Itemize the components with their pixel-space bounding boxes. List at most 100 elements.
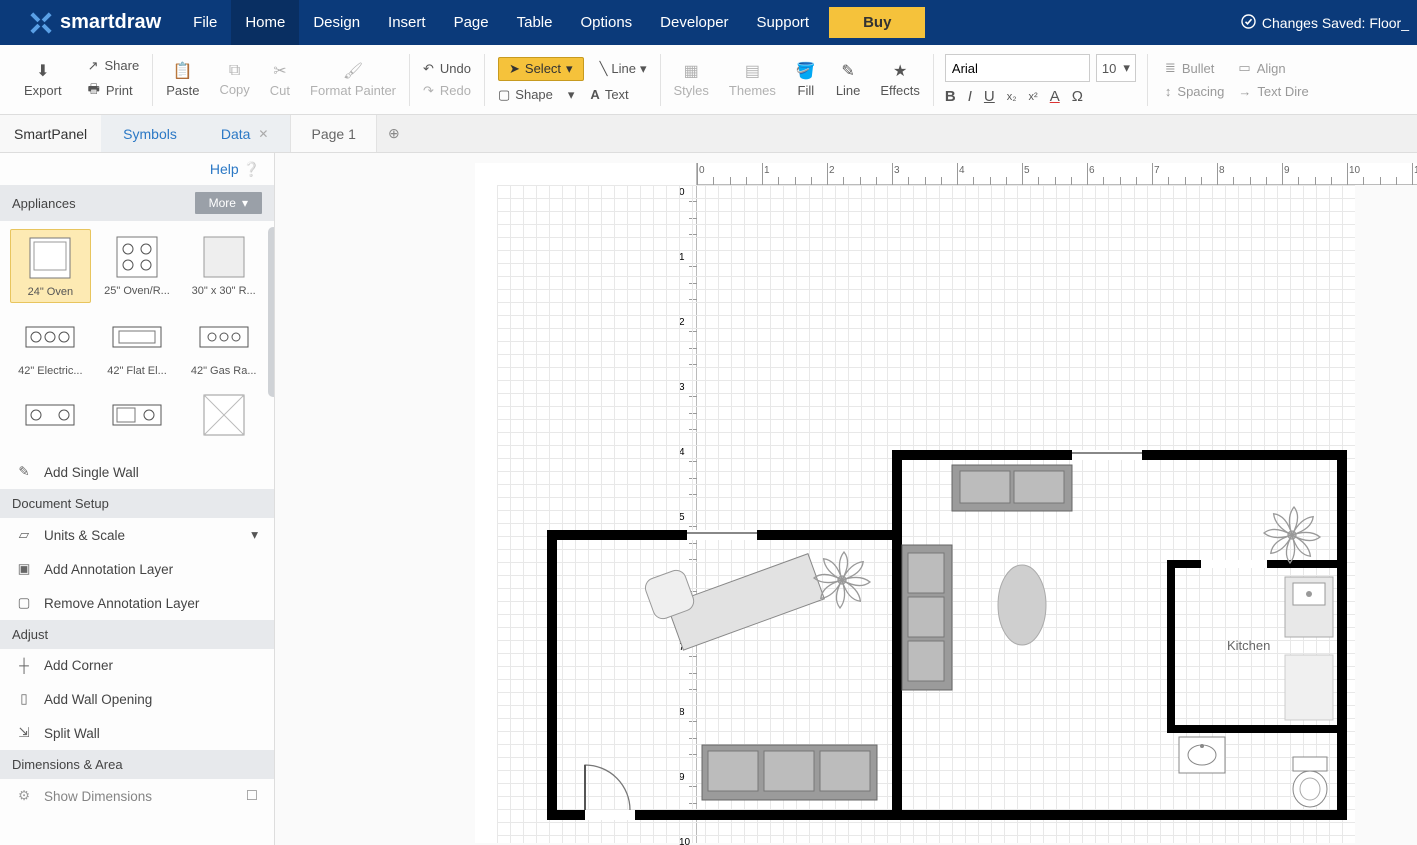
menu-table[interactable]: Table	[503, 0, 567, 45]
styles-button[interactable]: ▦Styles	[664, 45, 719, 114]
paste-button[interactable]: 📋Paste	[156, 45, 209, 114]
themes-button[interactable]: ▤Themes	[719, 45, 786, 114]
checkbox-icon[interactable]: ☐	[246, 788, 258, 804]
underline-button[interactable]: U	[984, 88, 995, 105]
symbol-item[interactable]	[10, 387, 91, 447]
symbol-item[interactable]: 30" x 30" R...	[183, 229, 264, 303]
chevron-down-icon: ▾	[251, 527, 258, 543]
italic-button[interactable]: I	[968, 88, 972, 105]
remove-annotation-layer[interactable]: ▢Remove Annotation Layer	[0, 586, 274, 620]
add-corner[interactable]: ┼Add Corner	[0, 649, 274, 682]
add-single-wall[interactable]: ✎Add Single Wall	[0, 455, 274, 489]
show-dimensions[interactable]: ⚙Show Dimensions☐	[0, 779, 274, 813]
line-style-button[interactable]: ✎Line	[826, 45, 871, 114]
text-tool[interactable]: AText	[590, 87, 628, 102]
redo-icon: ↷	[423, 83, 434, 99]
symbol-item[interactable]: 42" Flat El...	[97, 309, 178, 381]
font-family-input[interactable]	[945, 54, 1090, 82]
adjust-header: Adjust	[0, 620, 274, 649]
bullet-button[interactable]: ≣Bullet	[1165, 60, 1224, 76]
floor-plan[interactable]: Kitchen	[497, 185, 1357, 845]
undo-button[interactable]: ↶Undo	[423, 61, 471, 77]
cut-button[interactable]: ✂Cut	[260, 45, 300, 114]
chevron-down-icon: ▾	[640, 61, 647, 77]
copy-icon: ⧉	[229, 62, 240, 80]
subscript-button[interactable]: x₂	[1007, 91, 1017, 103]
menu-options[interactable]: Options	[566, 0, 646, 45]
text-direction-button[interactable]: →Text Dire	[1238, 84, 1308, 99]
tab-data[interactable]: Data✕	[199, 115, 291, 152]
symbol-item[interactable]: 24" Oven	[10, 229, 91, 303]
drawing-canvas[interactable]: 012345678910111213 012345678910	[475, 163, 1355, 843]
align-button[interactable]: ▭Align	[1238, 60, 1308, 76]
add-wall-opening[interactable]: ▯Add Wall Opening	[0, 682, 274, 716]
symbol-item[interactable]: 42" Electric...	[10, 309, 91, 381]
scrollbar-thumb[interactable]	[268, 227, 275, 397]
menubar: smartdraw FileHomeDesignInsertPageTableO…	[0, 0, 1417, 45]
fill-button[interactable]: 🪣Fill	[786, 45, 826, 114]
format-painter-button[interactable]: 🖌Format Painter	[300, 45, 406, 114]
copy-button[interactable]: ⧉Copy	[209, 45, 259, 114]
font-size-input[interactable]: 10▾	[1096, 54, 1136, 82]
symbol-item[interactable]	[97, 387, 178, 447]
symbol-item[interactable]: 25" Oven/R...	[97, 229, 178, 303]
menu-developer[interactable]: Developer	[646, 0, 742, 45]
tab-symbols[interactable]: Symbols	[101, 115, 199, 152]
spacing-button[interactable]: ↕Spacing	[1165, 84, 1224, 99]
split-wall[interactable]: ⇲Split Wall	[0, 716, 274, 750]
print-icon: 🖶	[88, 80, 100, 102]
units-scale[interactable]: ▱Units & Scale▾	[0, 518, 274, 552]
redo-button[interactable]: ↷Redo	[423, 83, 471, 99]
menu-design[interactable]: Design	[299, 0, 374, 45]
menu-home[interactable]: Home	[231, 0, 299, 45]
menu-page[interactable]: Page	[440, 0, 503, 45]
pencil-square-icon: ✎	[16, 464, 32, 480]
bullet-icon: ≣	[1165, 60, 1176, 76]
menu-support[interactable]: Support	[743, 0, 824, 45]
bold-button[interactable]: B	[945, 88, 956, 105]
corner-icon: ┼	[16, 658, 32, 673]
export-button[interactable]: ⬇Export	[14, 61, 72, 98]
help-link[interactable]: Help ❔	[210, 161, 260, 177]
dimensions-area-header: Dimensions & Area	[0, 750, 274, 779]
align-icon: ▭	[1238, 60, 1250, 76]
print-button[interactable]: 🖶Print	[88, 80, 140, 102]
layer-remove-icon: ▢	[16, 595, 32, 611]
checkmark-icon	[1241, 14, 1256, 32]
line-tool[interactable]: ╲Line▾	[600, 61, 647, 77]
tab-page-1[interactable]: Page 1	[290, 115, 376, 152]
opening-icon: ▯	[16, 691, 32, 707]
shape-tool[interactable]: ▢Shape▾	[498, 87, 574, 103]
menu-insert[interactable]: Insert	[374, 0, 440, 45]
brush-icon: 🖌	[343, 61, 363, 81]
close-icon[interactable]: ✕	[258, 127, 268, 141]
star-icon: ★	[893, 61, 907, 81]
symbol-item[interactable]: 42" Gas Ra...	[183, 309, 264, 381]
effects-button[interactable]: ★Effects	[870, 45, 930, 114]
superscript-button[interactable]: x²	[1029, 91, 1038, 103]
main-body: Help ❔ Appliances More▾ 24" Oven25" Oven…	[0, 153, 1417, 845]
share-button[interactable]: ↗Share	[88, 58, 140, 74]
symbol-item[interactable]	[183, 387, 264, 447]
split-icon: ⇲	[16, 725, 32, 741]
font-color-button[interactable]: A	[1050, 88, 1060, 105]
logo-icon	[28, 10, 54, 36]
omega-symbol-button[interactable]: Ω	[1072, 88, 1083, 105]
appliances-header: Appliances More▾	[0, 185, 274, 221]
save-status-text: Changes Saved: Floor_	[1262, 15, 1409, 31]
more-button[interactable]: More▾	[195, 192, 262, 214]
bucket-icon: 🪣	[796, 61, 816, 81]
ruler-icon: ▱	[16, 527, 32, 543]
canvas-area[interactable]: 012345678910111213 012345678910	[275, 153, 1417, 845]
text-icon: A	[590, 87, 599, 102]
chevron-down-icon: ▾	[568, 87, 575, 103]
spacing-icon: ↕	[1165, 84, 1172, 99]
select-tool[interactable]: ➤Select▾	[498, 57, 584, 81]
add-page-button[interactable]: ⊕	[377, 115, 411, 152]
menu-file[interactable]: File	[179, 0, 231, 45]
buy-button[interactable]: Buy	[829, 7, 925, 38]
menu-items: FileHomeDesignInsertPageTableOptionsDeve…	[179, 0, 823, 45]
document-setup-header: Document Setup	[0, 489, 274, 518]
kitchen-label: Kitchen	[1227, 638, 1270, 653]
add-annotation-layer[interactable]: ▣Add Annotation Layer	[0, 552, 274, 586]
